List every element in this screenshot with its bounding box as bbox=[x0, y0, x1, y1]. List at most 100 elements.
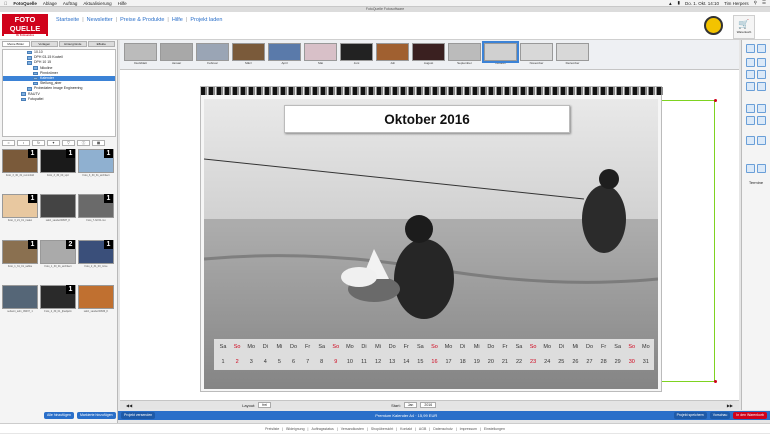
check-icon[interactable] bbox=[757, 136, 766, 145]
day-number[interactable]: 24 bbox=[540, 359, 554, 365]
color-icon[interactable] bbox=[746, 136, 755, 145]
start-month-select[interactable]: Jan bbox=[403, 402, 418, 408]
wand-icon[interactable]: ✦ bbox=[47, 140, 60, 146]
trash-icon[interactable] bbox=[757, 164, 766, 173]
month-page-6[interactable]: Juni bbox=[340, 43, 373, 66]
nav-hilfe[interactable]: Hilfe bbox=[172, 17, 183, 23]
menu-ablage[interactable]: Ablage bbox=[43, 1, 57, 6]
grid-icon[interactable]: ▦ bbox=[92, 140, 105, 146]
add-to-cart-button[interactable]: In den Warenkorb bbox=[733, 412, 767, 419]
day-number[interactable]: 8 bbox=[315, 359, 329, 365]
nav-projekt-laden[interactable]: Projekt laden bbox=[190, 17, 222, 23]
day-number[interactable]: 31 bbox=[639, 359, 653, 365]
day-number[interactable]: 26 bbox=[568, 359, 582, 365]
day-number[interactable]: 5 bbox=[272, 359, 286, 365]
footer-link[interactable]: Kontakt bbox=[400, 427, 412, 431]
menu-auftrag[interactable]: Auftrag bbox=[63, 1, 78, 6]
resize-handle-tr[interactable] bbox=[714, 99, 717, 102]
tree-folder-item[interactable]: Fotopaltei bbox=[3, 97, 115, 102]
day-number[interactable]: 27 bbox=[582, 359, 596, 365]
undo-icon[interactable] bbox=[746, 44, 755, 53]
day-number[interactable]: 28 bbox=[597, 359, 611, 365]
day-number[interactable]: 10 bbox=[343, 359, 357, 365]
search-icon[interactable]: ⚲ bbox=[754, 0, 757, 6]
sort-icon[interactable]: ↕ bbox=[17, 140, 30, 146]
day-number[interactable]: 11 bbox=[357, 359, 371, 365]
day-number[interactable]: 18 bbox=[456, 359, 470, 365]
month-page-0[interactable]: Deckblatt bbox=[124, 43, 157, 66]
text-icon[interactable] bbox=[746, 104, 755, 113]
copy-icon[interactable] bbox=[746, 58, 755, 67]
image-thumbnail[interactable]: sabri_sander00837_K bbox=[40, 194, 76, 224]
day-number[interactable]: 15 bbox=[413, 359, 427, 365]
menu-hilfe[interactable]: Hilfe bbox=[118, 1, 127, 6]
day-number[interactable]: 7 bbox=[301, 359, 315, 365]
image-thumbnail[interactable]: sebamt_telm_09037_1 bbox=[2, 284, 38, 315]
add-selected-button[interactable]: Markierte hinzufügen bbox=[76, 412, 116, 419]
image-thumbnail[interactable]: 1 Foto_2_31_00_mme bbox=[78, 239, 114, 270]
footer-link[interactable]: Bildeignung bbox=[286, 427, 304, 431]
image-thumbnail[interactable]: 2 Foto_1_30_01_architect bbox=[40, 239, 76, 270]
footer-link[interactable]: AGB bbox=[419, 427, 426, 431]
preview-button[interactable]: Vorschau bbox=[709, 412, 731, 419]
save-project-button[interactable]: Projekt speichern bbox=[673, 412, 707, 419]
nav-preise[interactable]: Preise & Produkte bbox=[120, 17, 164, 23]
calendar-days[interactable]: Sa So Mo Di Mi Do Fr Sa So Mo Di Mi Do Fr Sa So Mo Di Mi Do… bbox=[214, 339, 654, 370]
month-page-4[interactable]: April bbox=[268, 43, 301, 66]
month-page-3[interactable]: März bbox=[232, 43, 265, 66]
month-page-11[interactable]: November bbox=[520, 43, 553, 66]
add-all-button[interactable]: Alle hinzufügen bbox=[44, 412, 74, 419]
day-number[interactable]: 6 bbox=[286, 359, 300, 365]
day-number[interactable]: 25 bbox=[554, 359, 568, 365]
trusted-shop-icon[interactable] bbox=[704, 16, 723, 35]
day-number[interactable]: 1 bbox=[216, 359, 230, 365]
cart-button[interactable]: 🛒 Warenkorb bbox=[733, 15, 755, 39]
day-number[interactable]: 20 bbox=[484, 359, 498, 365]
image-thumbnail[interactable]: 1 Foto_1_31_01_sabbe bbox=[2, 239, 38, 270]
day-number[interactable]: 4 bbox=[258, 359, 272, 365]
day-number[interactable]: 21 bbox=[498, 359, 512, 365]
bring-front-icon[interactable] bbox=[746, 70, 755, 79]
tab-vorlagen[interactable]: Vorlagen bbox=[30, 41, 58, 47]
termine-button[interactable]: Termine bbox=[744, 180, 768, 185]
paste-icon[interactable] bbox=[757, 58, 766, 67]
day-number[interactable]: 19 bbox=[470, 359, 484, 365]
prev-page-icon[interactable]: ◀◀ bbox=[126, 403, 132, 408]
image-thumbnail[interactable]: 1 Foto_7-32-51-mo bbox=[78, 194, 114, 224]
distribute-icon[interactable] bbox=[757, 82, 766, 91]
footer-link[interactable]: Datenschutz bbox=[433, 427, 452, 431]
frame-icon[interactable] bbox=[757, 104, 766, 113]
footer-link[interactable]: Preisliste bbox=[265, 427, 279, 431]
info-icon[interactable]: ⓘ bbox=[77, 140, 90, 146]
day-number[interactable]: 17 bbox=[442, 359, 456, 365]
start-year-select[interactable]: 2016 bbox=[420, 402, 437, 408]
menu-aktualisierung[interactable]: Aktualisierung bbox=[83, 1, 111, 6]
menubar-clock[interactable]: Do. 1. Okt. 14:10 bbox=[685, 1, 719, 6]
day-number[interactable]: 12 bbox=[371, 359, 385, 365]
image-thumbnail[interactable]: 1 Foto_3_30_31_remmfold bbox=[2, 149, 38, 179]
footer-link[interactable]: Impressum bbox=[460, 427, 477, 431]
month-page-12[interactable]: Dezember bbox=[556, 43, 589, 66]
lock-icon[interactable] bbox=[746, 164, 755, 173]
month-page-9[interactable]: September bbox=[448, 43, 481, 66]
menu-app[interactable]: FotoQuelle bbox=[13, 1, 37, 6]
logo[interactable]: FOTO QUELLE Ihr Fotoservice bbox=[2, 14, 48, 37]
next-page-icon[interactable]: ▶▶ bbox=[727, 403, 733, 408]
month-page-7[interactable]: Juli bbox=[376, 43, 409, 66]
footer-link[interactable]: Auftragsstatus bbox=[311, 427, 333, 431]
send-project-button[interactable]: Projekt versenden bbox=[121, 412, 156, 419]
redo-icon[interactable] bbox=[757, 44, 766, 53]
image-thumbnail[interactable]: 1 Foto_3_21_01_malen bbox=[2, 194, 38, 224]
footer-link[interactable]: Shopübersicht bbox=[371, 427, 393, 431]
layout-select[interactable]: frei bbox=[258, 402, 272, 408]
wifi-icon[interactable]: ▲ bbox=[668, 1, 672, 6]
month-page-5[interactable]: Mai bbox=[304, 43, 337, 66]
calendar-title[interactable]: Oktober 2016 bbox=[284, 105, 570, 133]
menubar-user[interactable]: Tim Herpers bbox=[724, 1, 749, 6]
zoom-slider[interactable]: ○ bbox=[2, 140, 15, 146]
tab-meine-bilder[interactable]: Meine Bilder bbox=[2, 41, 30, 47]
day-number[interactable]: 14 bbox=[399, 359, 413, 365]
calendar-page[interactable]: Oktober 2016 Sa So Mo Di Mi Do Fr Sa So Mo Di Mi Do F… bbox=[200, 86, 663, 392]
filter-icon[interactable]: ▽ bbox=[62, 140, 75, 146]
day-number[interactable]: 13 bbox=[385, 359, 399, 365]
